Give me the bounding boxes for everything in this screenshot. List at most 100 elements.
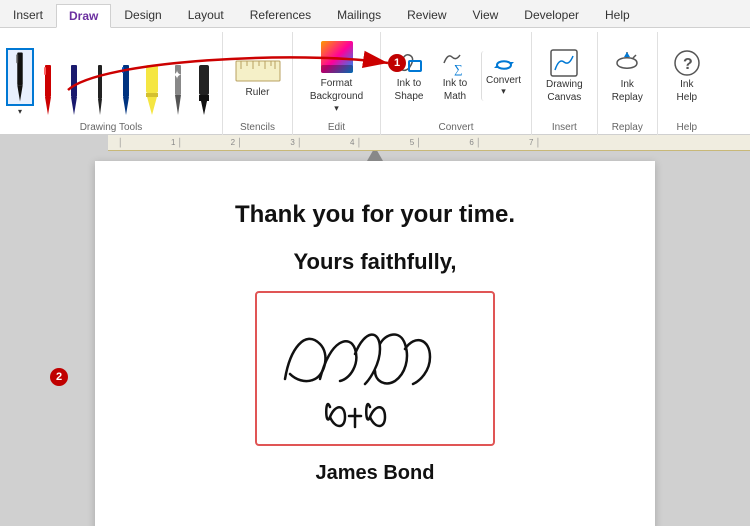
ink-to-math-button[interactable]: ∑ Ink toMath: [433, 45, 477, 107]
convert-content: Ink toShape ∑ Ink toMath: [387, 32, 525, 120]
signature-svg: [265, 299, 485, 439]
tab-developer[interactable]: Developer: [511, 3, 592, 27]
pen-2-wrapper[interactable]: [36, 64, 60, 116]
ruler-strip: │ 1 │ 2 │ 3 │ 4 │ 5 │ 6 │ 7 │: [108, 135, 750, 151]
convert-label-group: Convert: [387, 120, 525, 135]
signature-box: 3: [255, 291, 495, 446]
insert-group-label: Insert: [538, 120, 591, 135]
format-background-button[interactable]: FormatBackground ▾: [302, 35, 371, 118]
ink-replay-icon: [612, 48, 642, 78]
svg-text:∑: ∑: [454, 62, 463, 76]
convert-icon: [494, 55, 514, 75]
stencils-content: Ruler: [229, 32, 286, 120]
ruler-mark: │: [118, 138, 123, 147]
pen-3-wrapper[interactable]: [62, 64, 86, 116]
stencils-label: Stencils: [229, 120, 286, 135]
document-area: 2 │ 1 │ 2 │ 3 │ 4 │ 5 │ 6 │ 7 │ Tha: [0, 135, 750, 526]
tab-layout[interactable]: Layout: [175, 3, 237, 27]
pen-2-icon: [38, 65, 58, 115]
tab-view[interactable]: View: [460, 3, 512, 27]
edit-group: FormatBackground ▾ Edit: [293, 32, 381, 135]
ink-replay-label: InkReplay: [612, 78, 643, 104]
tab-help[interactable]: Help: [592, 3, 643, 27]
badge-1: 1: [388, 54, 406, 72]
ink-help-label: InkHelp: [677, 78, 698, 104]
ruler-mark: 7 │: [529, 138, 541, 147]
drawing-tools-group: ▾: [0, 32, 223, 135]
ruler-icon: [235, 55, 281, 87]
insert-content: DrawingCanvas: [538, 32, 591, 120]
replay-group-label: Replay: [604, 120, 651, 135]
pen-5-wrapper[interactable]: [114, 64, 138, 116]
pen-7-icon: ✦: [167, 65, 189, 115]
tab-insert[interactable]: Insert: [0, 3, 56, 27]
pen-3-icon: [64, 65, 84, 115]
svg-text:✦: ✦: [172, 68, 182, 82]
replay-content: InkReplay: [604, 32, 651, 120]
tab-references[interactable]: References: [237, 3, 324, 27]
ink-to-shape-label: Ink toShape: [395, 77, 424, 103]
ruler-marks-container: │ 1 │ 2 │ 3 │ 4 │ 5 │ 6 │ 7 │: [108, 138, 541, 147]
yours-faithfully-text: Yours faithfully,: [155, 249, 595, 275]
format-bg-arrow: ▾: [334, 103, 339, 114]
ink-replay-button[interactable]: InkReplay: [604, 44, 651, 108]
edit-content: FormatBackground ▾: [299, 32, 374, 120]
replay-group: InkReplay Replay: [598, 32, 658, 135]
ruler-mark: 2 │: [231, 138, 243, 147]
ruler-mark: 4 │: [350, 138, 362, 147]
ink-help-button[interactable]: ? InkHelp: [664, 44, 710, 108]
pen-6-wrapper[interactable]: [140, 64, 164, 116]
pen-5-icon: [116, 65, 136, 115]
pen-1-dropdown[interactable]: ▾: [18, 107, 22, 116]
pen-7-wrapper[interactable]: ✦: [166, 64, 190, 116]
doc-page: Thank you for your time. Yours faithfull…: [95, 161, 655, 526]
james-bond-text: James Bond: [155, 462, 595, 485]
convert-group: Ink toShape ∑ Ink toMath: [381, 32, 532, 135]
app-window: Insert Draw Design Layout References Mai…: [0, 0, 750, 526]
ink-to-math-icon: ∑: [441, 49, 469, 77]
drawing-canvas-label: DrawingCanvas: [546, 78, 583, 104]
format-background-icon: [319, 39, 355, 75]
help-group: ? InkHelp Help: [658, 32, 716, 135]
doc-content: Thank you for your time. Yours faithfull…: [155, 181, 595, 485]
help-group-label: Help: [664, 120, 710, 135]
convert-label: Convert: [486, 75, 521, 86]
format-bg-label: FormatBackground: [310, 77, 363, 103]
drawing-canvas-button[interactable]: DrawingCanvas: [538, 44, 591, 108]
edit-label: Edit: [299, 120, 374, 135]
pen-selected-wrapper: ▾: [6, 48, 34, 116]
drawing-canvas-icon: [549, 48, 579, 78]
ink-to-math-label: Ink toMath: [443, 77, 467, 103]
tab-review[interactable]: Review: [394, 3, 459, 27]
pen-6-icon: [141, 65, 163, 115]
ruler-mark: 5 │: [410, 138, 422, 147]
ruler-button[interactable]: Ruler: [235, 55, 281, 98]
ruler-mark: 6 │: [469, 138, 481, 147]
tab-design[interactable]: Design: [111, 3, 174, 27]
ribbon-body: ▾: [0, 28, 750, 135]
thank-you-text: Thank you for your time.: [155, 201, 595, 229]
ribbon: Insert Draw Design Layout References Mai…: [0, 0, 750, 135]
svg-text:?: ?: [683, 56, 693, 73]
badge-2: 2: [50, 368, 68, 386]
drawing-tools-label: Drawing Tools: [6, 120, 216, 135]
insert-group: DrawingCanvas Insert: [532, 32, 598, 135]
tab-mailings[interactable]: Mailings: [324, 3, 394, 27]
ruler-mark: 3 │: [290, 138, 302, 147]
tab-bar: Insert Draw Design Layout References Mai…: [0, 0, 750, 28]
pen-1-selected[interactable]: [6, 48, 34, 106]
ruler-label: Ruler: [246, 87, 270, 98]
stencils-group: Ruler Stencils: [223, 32, 293, 135]
tab-draw[interactable]: Draw: [56, 4, 111, 28]
pen-4-wrapper[interactable]: [88, 64, 112, 116]
convert-arrow: ▾: [501, 86, 506, 97]
ink-help-icon: ?: [672, 48, 702, 78]
pen-4-icon: [90, 65, 110, 115]
help-content: ? InkHelp: [664, 32, 710, 120]
ruler-mark: 1 │: [171, 138, 183, 147]
pen-8-icon: [193, 65, 215, 115]
pen-8-wrapper[interactable]: [192, 64, 216, 116]
drawing-tools-content: ▾: [6, 32, 216, 120]
pen-1-icon: [10, 50, 30, 104]
convert-btn[interactable]: Convert ▾: [481, 51, 525, 101]
